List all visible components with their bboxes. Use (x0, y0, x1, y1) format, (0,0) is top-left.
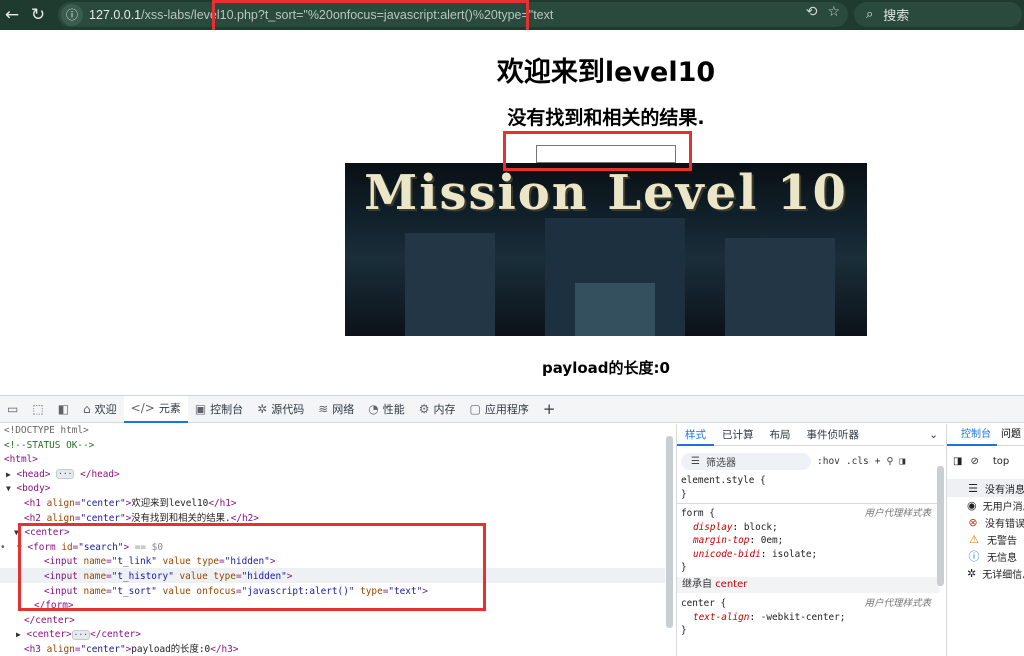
gear-icon: ⚙ (418, 402, 430, 416)
error-icon: ⊗ (968, 515, 978, 529)
gauge-icon: ◔ (368, 402, 379, 416)
dock-icon[interactable]: ◧ (51, 396, 76, 423)
info-icon: ⓘ (968, 550, 980, 563)
center-rule[interactable]: center { 用户代理样式表 text-align: -webkit-cen… (677, 597, 939, 638)
warning-icon: ⚠ (969, 532, 979, 546)
sidebar-toggle-icon[interactable]: ◨ (899, 456, 905, 467)
wifi-icon: ≋ (318, 402, 329, 416)
tab-console[interactable]: ▣ 控制台 (188, 396, 250, 423)
list-icon: ☰ (968, 481, 978, 495)
user-icon: ◉ (967, 498, 977, 512)
add-tab-icon[interactable]: + (536, 396, 563, 423)
devtools-tab-bar: ▭ ⬚ ◧ ⌂ 欢迎 </> 元素 ▣ 控制台 ✲ 源代码 ≋ 网络 ◔ 性能 ⚙ 内存 ▢ 应… (0, 395, 1024, 423)
reload-icon[interactable]: ↻ (26, 5, 50, 25)
dom-doctype[interactable]: <!DOCTYPE html> (4, 424, 89, 439)
site-info-icon[interactable]: ⓘ (61, 3, 83, 26)
dom-html[interactable]: <html> (4, 453, 38, 468)
tab-network[interactable]: ≋ 网络 (311, 396, 361, 423)
inherited-center-link[interactable]: center (715, 579, 747, 590)
search-placeholder: 搜索 (883, 9, 910, 24)
search-icon: ⌕ (866, 7, 874, 22)
tab-elements[interactable]: </> 元素 (123, 395, 188, 423)
elements-scrollbar[interactable] (666, 436, 673, 628)
dom-head[interactable]: ▶ <head> ··· </head> (6, 468, 120, 483)
console-toolbar: ◨ ⊘ top (947, 452, 1024, 470)
drawer-tab-issues[interactable]: 问题 (997, 424, 1024, 446)
sidebar-toggle-icon[interactable]: ◨ (953, 456, 962, 467)
tab-sources[interactable]: ✲ 源代码 (250, 396, 311, 423)
console-filter-info[interactable]: ⓘ 无信息 (947, 547, 1024, 565)
form-rule[interactable]: form { 用户代理样式表 display: block; margin-to… (677, 507, 939, 575)
dom-center-2[interactable]: ▶ <center> ··· </center> (16, 628, 141, 643)
code-icon: </> (130, 401, 155, 415)
form-highlight-box (18, 523, 486, 611)
dom-center-close[interactable]: </center> (24, 614, 75, 629)
context-selector[interactable]: top (993, 456, 1009, 467)
paint-icon[interactable]: ⚲ (887, 456, 894, 467)
banner-title: Mission Level 10 (364, 165, 848, 221)
cls-button[interactable]: .cls (846, 456, 869, 467)
tab-event-listeners[interactable]: 事件侦听器 (799, 424, 868, 446)
styles-scrollbar[interactable] (937, 466, 944, 586)
inherited-from-row: 继承自 center (677, 577, 939, 593)
styles-filter-input[interactable]: ☰ 筛选器 (681, 452, 811, 470)
home-icon: ⌂ (83, 402, 91, 416)
console-filter-warnings[interactable]: ⚠ 无警告 (947, 530, 1024, 548)
console-filter-verbose[interactable]: ✲无详细信息 (947, 564, 1024, 582)
styles-filter-row: ☰ 筛选器 :hov .cls + ⚲ ◨ (681, 452, 941, 470)
payload-length: payload的长度:0 (542, 359, 670, 377)
inspect-icon[interactable]: ⬚ (25, 396, 50, 423)
window-icon: ▢ (469, 402, 481, 416)
tab-application[interactable]: ▢ 应用程序 (463, 396, 536, 423)
console-tab-bar: 控制台 问题 (947, 424, 1024, 446)
translate-icon[interactable]: ⟲ (806, 4, 818, 20)
dom-h3[interactable]: <h3 align="center">payload的长度:0</h3> (24, 643, 238, 656)
styles-tab-bar: 样式 已计算 布局 事件侦听器 ⌄ (677, 424, 944, 446)
filter-icon: ☰ (691, 455, 700, 467)
bug-icon: ✲ (967, 566, 977, 580)
mission-banner-image: Mission Level 10 (345, 163, 867, 336)
console-filter-user[interactable]: ◉无用户消息 (947, 496, 1024, 514)
console-filter-errors[interactable]: ⊗ 没有错误 (947, 513, 1024, 531)
search-box[interactable]: ⌕ 搜索 (854, 2, 1022, 27)
dom-h1[interactable]: <h1 align="center">欢迎来到level10</h1> (24, 497, 237, 512)
bug-icon: ✲ (257, 402, 268, 416)
tab-welcome[interactable]: ⌂ 欢迎 (76, 396, 124, 423)
tab-memory[interactable]: ⚙ 内存 (412, 396, 463, 423)
clear-console-icon[interactable]: ⊘ (970, 456, 978, 467)
back-arrow-icon[interactable]: ← (0, 5, 24, 25)
styles-pane: 样式 已计算 布局 事件侦听器 ⌄ ☰ 筛选器 :hov .cls + ⚲ ◨ e… (676, 424, 944, 656)
chevron-down-icon[interactable]: ⌄ (929, 429, 938, 441)
element-style-rule[interactable]: element.style { } (677, 474, 939, 501)
tab-performance[interactable]: ◔ 性能 (361, 396, 411, 423)
page-viewport: 欢迎来到level10 没有找到和相关的结果. Mission Level 10… (0, 30, 1024, 395)
console-icon: ▣ (194, 402, 207, 416)
console-filter-messages[interactable]: ☰ 没有消息 (947, 479, 1024, 497)
new-rule-icon[interactable]: + (875, 456, 881, 467)
url-host: 127.0.0.1 (89, 7, 142, 22)
dom-comment[interactable]: <!--STATUS OK--> (4, 439, 94, 454)
devtools-panel: ▭ ⬚ ◧ ⌂ 欢迎 </> 元素 ▣ 控制台 ✲ 源代码 ≋ 网络 ◔ 性能 ⚙ 内存 ▢ 应… (0, 395, 1024, 656)
result-heading: 没有找到和相关的结果. (507, 107, 705, 129)
page-title: 欢迎来到level10 (496, 57, 716, 88)
tab-styles[interactable]: 样式 (677, 424, 714, 446)
hov-button[interactable]: :hov (817, 456, 840, 467)
tab-layout[interactable]: 布局 (762, 424, 799, 446)
dom-body[interactable]: ▼ <body> (6, 482, 50, 497)
input-highlight-box (503, 131, 692, 171)
tab-computed[interactable]: 已计算 (714, 424, 762, 446)
device-toolbar-icon[interactable]: ▭ (0, 396, 25, 423)
console-drawer: 控制台 问题 ◨ ⊘ top ☰没有消息 ◉无用户消息 ⊗没有错误 ⚠无警告 ⓘ… (946, 424, 1024, 656)
drawer-tab-console[interactable]: 控制台 (947, 424, 997, 446)
favorite-star-icon[interactable]: ☆ (827, 4, 840, 20)
